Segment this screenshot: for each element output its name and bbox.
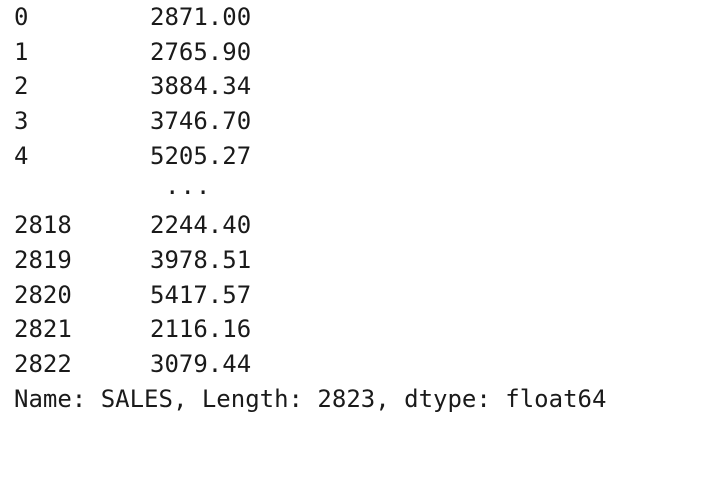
truncation-ellipsis: ... bbox=[165, 172, 212, 201]
series-row: 1 2765.90 bbox=[14, 35, 714, 70]
row-value: 5417.57 bbox=[150, 280, 252, 309]
row-value: 3978.51 bbox=[150, 245, 252, 274]
ellipsis-row: ... bbox=[14, 172, 714, 208]
row-value: 2871.00 bbox=[150, 3, 252, 31]
series-row: 2820 5417.57 bbox=[14, 278, 714, 313]
series-row: 0 2871.00 bbox=[14, 0, 714, 35]
row-index: 2822 bbox=[14, 349, 72, 378]
row-value: 3746.70 bbox=[150, 107, 252, 136]
row-value: 2765.90 bbox=[150, 37, 252, 66]
series-output: 0 2871.00 1 2765.90 2 3884.34 3 3746.70 … bbox=[14, 0, 714, 416]
series-row: 4 5205.27 bbox=[14, 139, 714, 174]
row-index: 2819 bbox=[14, 245, 72, 274]
row-index: 2 bbox=[14, 72, 29, 101]
series-row: 2821 2116.16 bbox=[14, 312, 714, 347]
series-row: 2822 3079.44 bbox=[14, 347, 714, 382]
series-row: 2818 2244.40 bbox=[14, 208, 714, 243]
row-index: 2820 bbox=[14, 280, 72, 309]
row-value: 3079.44 bbox=[150, 349, 252, 378]
series-row: 2819 3978.51 bbox=[14, 243, 714, 278]
row-index: 3 bbox=[14, 107, 29, 136]
series-row: 2 3884.34 bbox=[14, 69, 714, 104]
row-value: 3884.34 bbox=[150, 72, 252, 101]
row-index: 2821 bbox=[14, 315, 72, 344]
row-index: 4 bbox=[14, 141, 29, 170]
row-value: 5205.27 bbox=[150, 141, 252, 170]
row-index: 1 bbox=[14, 37, 29, 66]
row-value: 2244.40 bbox=[150, 211, 252, 240]
row-index: 2818 bbox=[14, 211, 72, 240]
row-index: 0 bbox=[14, 3, 29, 31]
row-value: 2116.16 bbox=[150, 315, 252, 344]
series-row: 3 3746.70 bbox=[14, 104, 714, 139]
series-summary: Name: SALES, Length: 2823, dtype: float6… bbox=[14, 384, 607, 413]
